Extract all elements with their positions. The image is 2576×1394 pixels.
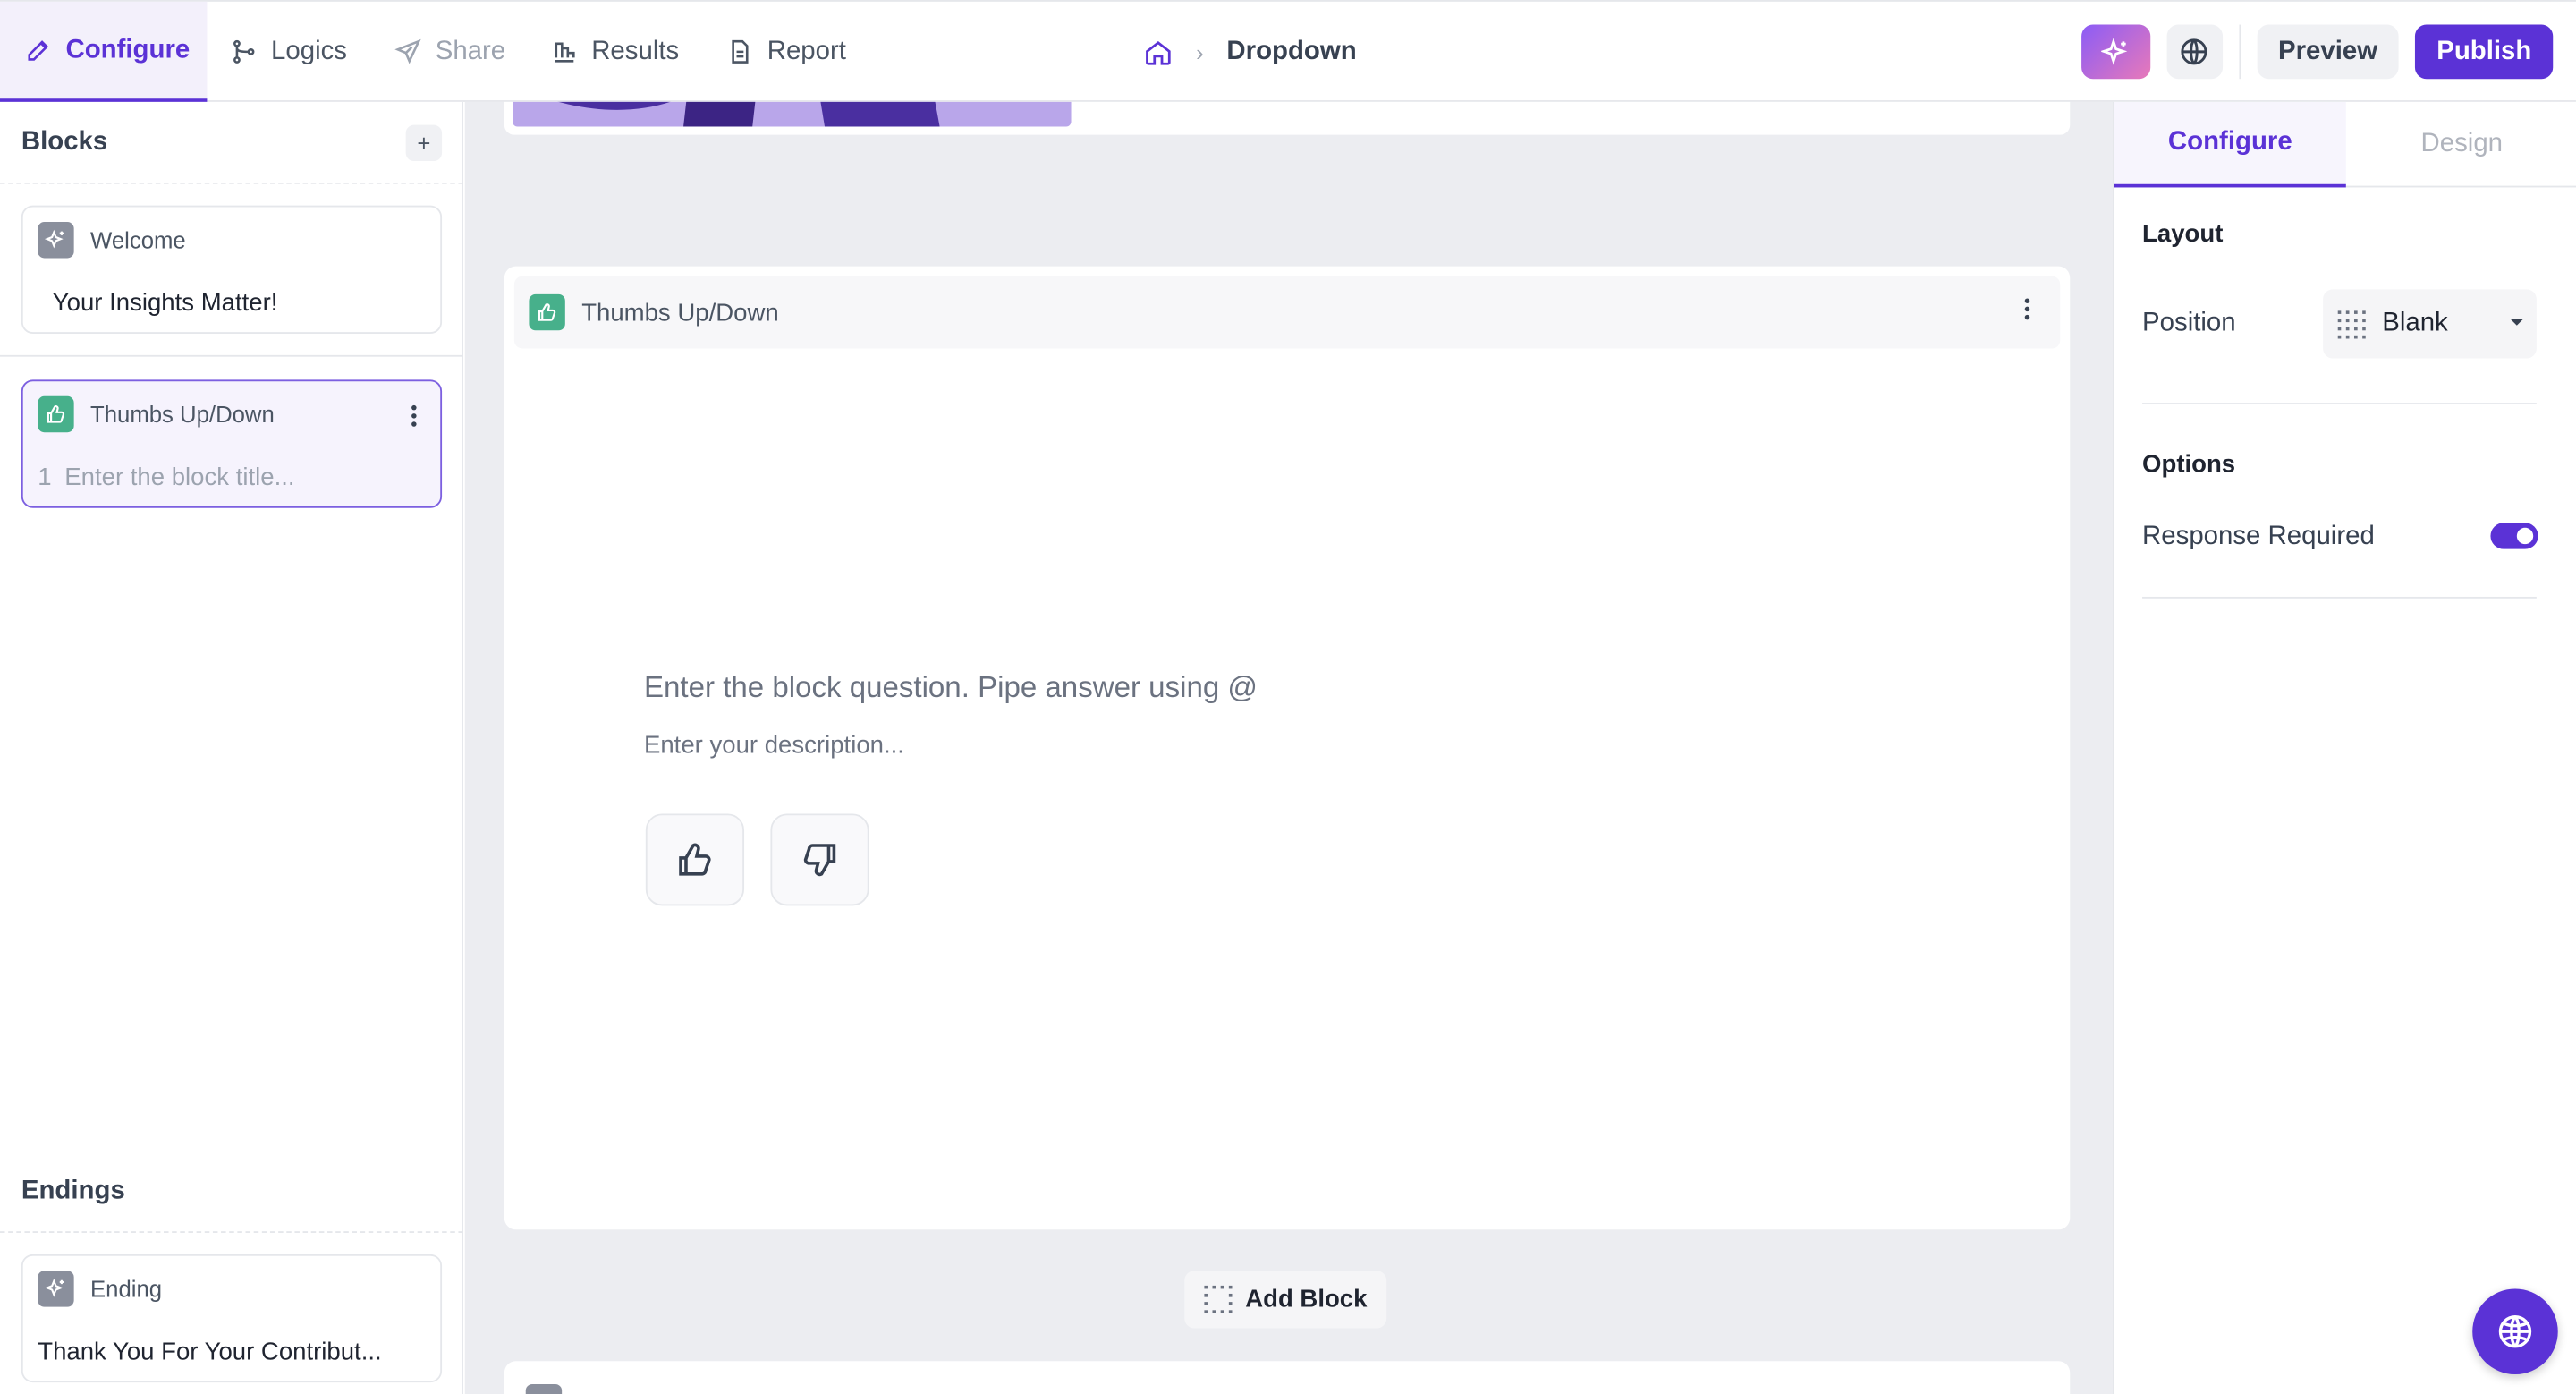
description-input[interactable]: Enter your description... <box>644 732 904 760</box>
block-type: Thumbs Up/Down <box>90 401 275 428</box>
welcome-block-icon <box>38 222 74 259</box>
block-type: Ending <box>90 1275 163 1303</box>
sparkle-icon <box>2100 37 2127 64</box>
panel-tabs: Configure Design <box>2114 101 2576 188</box>
block-number: 1 <box>38 463 52 492</box>
tab-report[interactable]: Report <box>726 2 846 102</box>
block-type-label: Thumbs Up/Down <box>581 298 779 327</box>
add-block-button[interactable]: + <box>405 123 443 161</box>
block-header: Thumbs Up/Down <box>513 276 2061 349</box>
options-title: Options <box>2142 450 2236 479</box>
top-actions: Preview Publish <box>2080 24 2554 80</box>
toolbar-divider <box>2238 24 2241 80</box>
tab-panel-design[interactable]: Design <box>2346 102 2576 188</box>
previous-block-card[interactable] <box>504 101 2071 135</box>
editor-canvas: Thumbs Up/Down Enter the block question.… <box>464 101 2113 1394</box>
top-bar: Configure Logics Share Results Report › … <box>0 0 2576 102</box>
ai-assist-button[interactable] <box>2080 24 2150 80</box>
tab-label: Logics <box>271 37 348 65</box>
block-title: Thank You For Your Contribut... <box>38 1338 382 1366</box>
block-title-placeholder-text: Enter the block title... <box>64 463 295 492</box>
add-block-label: Add Block <box>1245 1285 1368 1314</box>
thumbs-up-icon <box>529 293 565 331</box>
question-input[interactable]: Enter the block question. Pipe answer us… <box>644 671 1258 706</box>
tab-panel-configure[interactable]: Configure <box>2114 101 2346 188</box>
response-required-toggle[interactable] <box>2490 523 2538 549</box>
bar-chart-icon <box>555 42 575 63</box>
position-label: Position <box>2142 309 2236 337</box>
globe-icon <box>2498 1315 2532 1348</box>
send-icon <box>394 38 421 64</box>
publish-button[interactable]: Publish <box>2415 24 2554 80</box>
more-options-icon[interactable] <box>411 404 417 428</box>
breadcrumb-separator: › <box>1196 38 1204 65</box>
block-card-welcome[interactable]: Welcome Your Insights Matter! <box>21 205 443 334</box>
block-card-thumbs[interactable]: Thumbs Up/Down 1 Enter the block title... <box>21 379 443 508</box>
next-block-card[interactable] <box>504 1361 2071 1394</box>
blocks-header: Blocks + <box>0 102 463 184</box>
grid-dots-icon <box>1204 1285 1233 1314</box>
tab-label: Report <box>767 37 846 65</box>
breadcrumb: › Dropdown <box>1143 2 1357 102</box>
tab-configure[interactable]: Configure <box>0 1 208 102</box>
more-options-icon[interactable] <box>2024 298 2030 321</box>
blocks-sidebar: Blocks + Welcome Your Insights Matter! T… <box>0 101 463 1394</box>
endings-header: Endings <box>0 1151 463 1233</box>
language-button[interactable] <box>2166 24 2223 80</box>
pencil-icon <box>28 40 49 61</box>
chevron-down-icon <box>2510 319 2524 326</box>
preview-button[interactable]: Preview <box>2257 24 2399 80</box>
block-type: Welcome <box>90 226 186 253</box>
thumbs-down-button[interactable] <box>770 813 869 906</box>
endings-title: Endings <box>21 1176 125 1204</box>
tab-label: Results <box>591 37 680 65</box>
welcome-image <box>513 101 1072 127</box>
document-icon <box>732 39 749 64</box>
block-title-placeholder: 1 Enter the block title... <box>38 463 294 491</box>
help-chat-button[interactable] <box>2472 1288 2558 1374</box>
home-icon[interactable] <box>1143 37 1173 66</box>
globe-icon <box>2181 38 2207 65</box>
grid-dots-icon <box>2337 310 2366 338</box>
tab-results[interactable]: Results <box>550 2 679 102</box>
ending-block-icon <box>38 1271 74 1307</box>
layout-title: Layout <box>2142 220 2224 249</box>
response-required-label: Response Required <box>2142 523 2375 551</box>
tab-logics[interactable]: Logics <box>230 2 347 102</box>
add-block-button[interactable]: Add Block <box>1184 1271 1387 1329</box>
thumbs-up-button[interactable] <box>645 813 745 906</box>
tab-label: Configure <box>65 35 191 64</box>
question-block-card[interactable]: Thumbs Up/Down Enter the block question.… <box>504 266 2071 1230</box>
blocks-title: Blocks <box>21 127 108 156</box>
tab-label: Share <box>435 37 506 65</box>
branch-icon <box>233 39 255 64</box>
divider <box>0 354 463 357</box>
thumbs-up-icon <box>38 395 74 433</box>
thumbs-down-icon <box>803 844 836 877</box>
tab-share[interactable]: Share <box>394 2 505 102</box>
divider <box>2142 403 2537 404</box>
position-select[interactable]: Blank <box>2323 289 2537 359</box>
ending-block-icon <box>525 1384 563 1394</box>
breadcrumb-current: Dropdown <box>1226 37 1357 65</box>
properties-panel: Configure Design Layout Position Blank O… <box>2112 101 2576 1394</box>
block-title: Your Insights Matter! <box>52 289 278 318</box>
thumbs-up-icon <box>679 843 711 876</box>
block-card-ending[interactable]: Ending Thank You For Your Contribut... <box>21 1254 443 1383</box>
divider <box>2142 596 2537 599</box>
position-value: Blank <box>2382 309 2448 337</box>
